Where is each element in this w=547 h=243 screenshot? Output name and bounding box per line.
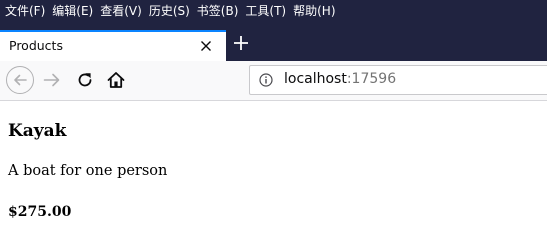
- menu-file[interactable]: 文件(F): [0, 0, 45, 22]
- menu-tools[interactable]: 工具(T): [238, 0, 286, 22]
- navigation-bar: localhost:17596: [0, 61, 547, 101]
- arrow-left-icon: [14, 74, 27, 86]
- info-icon[interactable]: [259, 73, 273, 87]
- menu-edit[interactable]: 编辑(E): [45, 0, 93, 22]
- product-description: A boat for one person: [8, 163, 168, 179]
- plus-icon[interactable]: [232, 34, 250, 52]
- menu-bar: 文件(F) 编辑(E) 查看(V) 历史(S) 书签(B) 工具(T) 帮助(H…: [0, 0, 547, 22]
- product-price: $275.00: [8, 204, 72, 220]
- tab-title: Products: [9, 38, 63, 53]
- arrow-right-icon[interactable]: [42, 70, 62, 90]
- tab-products[interactable]: Products: [0, 30, 226, 61]
- url-port: :17596: [346, 71, 397, 87]
- product-name: Kayak: [8, 121, 67, 141]
- url-text[interactable]: localhost:17596: [284, 71, 396, 87]
- address-bar[interactable]: localhost:17596: [249, 65, 547, 95]
- home-icon[interactable]: [106, 70, 126, 90]
- close-icon[interactable]: [198, 38, 214, 54]
- page-content: Kayak A boat for one person $275.00: [0, 101, 547, 243]
- back-button[interactable]: [6, 66, 34, 94]
- reload-icon[interactable]: [75, 70, 95, 90]
- menu-view[interactable]: 查看(V): [93, 0, 142, 22]
- url-host: localhost: [284, 71, 347, 87]
- menu-history[interactable]: 历史(S): [142, 0, 190, 22]
- menu-help[interactable]: 帮助(H): [286, 0, 335, 22]
- tab-strip: Products: [0, 22, 547, 61]
- menu-bookmarks[interactable]: 书签(B): [190, 0, 239, 22]
